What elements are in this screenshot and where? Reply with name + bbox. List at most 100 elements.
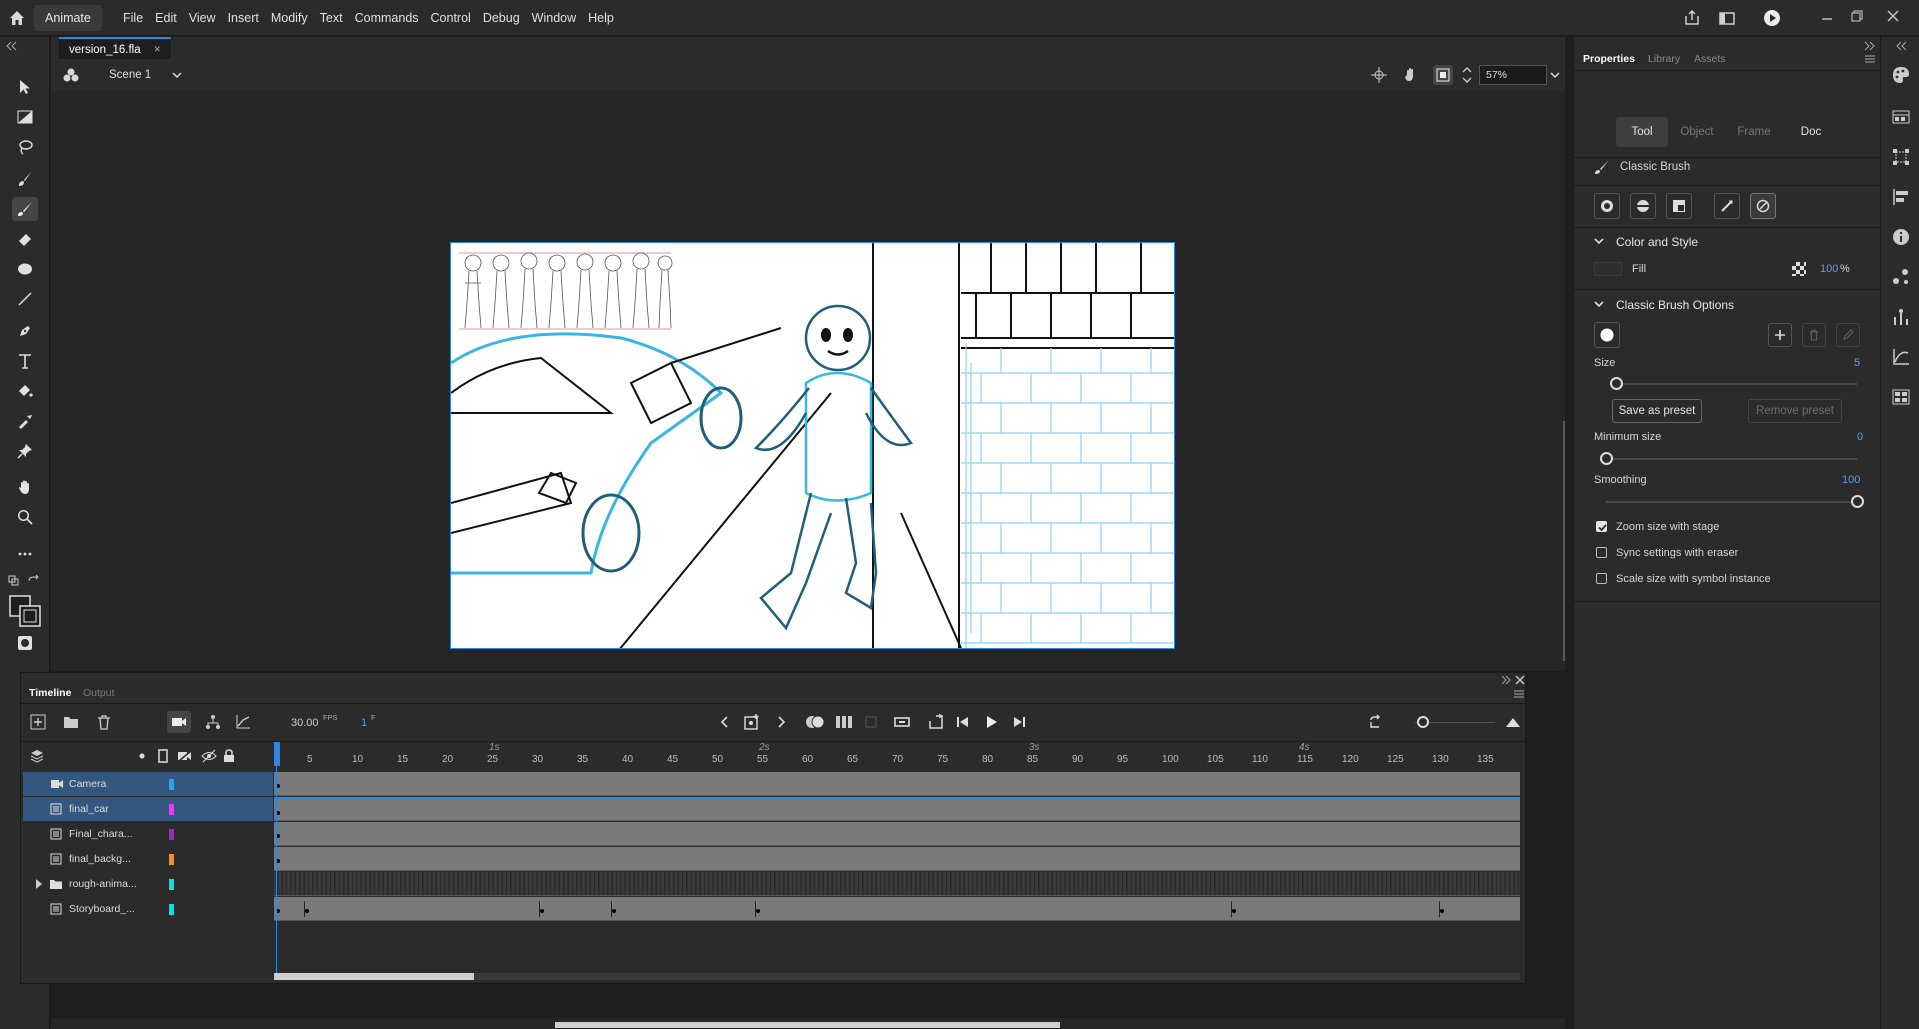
tilt-button[interactable] <box>1750 193 1776 219</box>
lock-icon[interactable] <box>223 749 235 763</box>
eraser-tool[interactable] <box>12 227 38 251</box>
insert-keyframe-icon[interactable] <box>743 713 761 731</box>
layer-color-swatch[interactable] <box>169 829 174 840</box>
transform-icon[interactable] <box>1891 147 1911 167</box>
frames-row-rough-animation[interactable] <box>274 872 1520 896</box>
eyedropper-tool[interactable] <box>12 409 38 433</box>
keyframe[interactable] <box>540 909 544 913</box>
edit-multiple-frames-icon[interactable] <box>835 714 853 730</box>
motion-editor-icon[interactable] <box>1891 347 1911 367</box>
keyframe[interactable] <box>756 909 760 913</box>
tab-output[interactable]: Output <box>83 687 115 699</box>
keyframe[interactable] <box>1232 909 1236 913</box>
frames-row-camera[interactable] <box>274 772 1520 796</box>
remove-preset-button[interactable]: Remove preset <box>1748 399 1842 423</box>
scene-dropdown-chevron-icon[interactable] <box>171 70 183 80</box>
playhead-line[interactable] <box>276 742 277 979</box>
previous-keyframe-icon[interactable] <box>717 714 733 730</box>
center-stage-icon[interactable] <box>1371 67 1387 83</box>
collapse-timeline-icon[interactable] <box>1501 675 1511 685</box>
lasso-tool[interactable] <box>12 135 38 159</box>
zoom-field[interactable]: 57% <box>1479 65 1547 85</box>
pen-tool[interactable] <box>12 319 38 343</box>
center-frame-icon[interactable] <box>863 714 879 730</box>
tab-library[interactable]: Library <box>1648 53 1680 65</box>
size-value[interactable]: 5 <box>1854 357 1860 369</box>
fit-frames-icon[interactable] <box>1505 714 1521 730</box>
brush-shape-button[interactable] <box>1594 322 1620 348</box>
step-back-icon[interactable] <box>955 714 971 730</box>
layer-row-final-car[interactable]: final_car <box>23 797 273 821</box>
keyframe[interactable] <box>305 909 309 913</box>
menu-edit[interactable]: Edit <box>149 0 183 36</box>
reset-colors-icon[interactable] <box>26 575 40 589</box>
menu-commands[interactable]: Commands <box>349 0 425 36</box>
frames-row-storyboard[interactable] <box>274 897 1520 921</box>
scene-icon[interactable] <box>63 67 79 83</box>
menu-view[interactable]: View <box>183 0 222 36</box>
segment-tool[interactable]: Tool <box>1616 117 1668 147</box>
zoom-tool[interactable] <box>12 505 38 529</box>
stroke-fill-color-icon[interactable] <box>8 594 42 628</box>
frame-zoom-slider-knob[interactable] <box>1417 716 1429 728</box>
tab-properties[interactable]: Properties <box>1583 53 1635 65</box>
scene-label[interactable]: Scene 1 <box>109 69 151 81</box>
current-frame-value[interactable]: 1 <box>361 717 367 729</box>
pasteboard-scrollbar[interactable] <box>1563 421 1565 661</box>
scale-symbol-checkbox[interactable] <box>1596 573 1607 584</box>
zoom-size-checkbox[interactable] <box>1596 521 1607 532</box>
frames-row-final-background[interactable] <box>274 847 1520 871</box>
layer-row-rough-animation-folder[interactable]: rough-anima... <box>23 872 273 896</box>
frames-row-final-character[interactable] <box>274 822 1520 846</box>
document-tab[interactable]: version_16.fla × <box>59 37 171 59</box>
stage-scrollbar-thumb[interactable] <box>555 1022 1060 1028</box>
collapse-toolbar-icon[interactable] <box>5 41 17 51</box>
add-camera-toggle[interactable] <box>167 711 191 733</box>
layer-color-swatch[interactable] <box>169 804 174 815</box>
step-forward-icon[interactable] <box>1011 714 1027 730</box>
timeline-menu-icon[interactable] <box>1513 689 1525 699</box>
fill-swatch[interactable] <box>1594 262 1622 276</box>
info-icon[interactable] <box>1891 227 1911 247</box>
line-tool[interactable] <box>12 287 38 311</box>
close-timeline-icon[interactable] <box>1515 675 1525 685</box>
playhead-handle[interactable] <box>274 742 280 766</box>
menu-control[interactable]: Control <box>425 0 477 36</box>
edit-brush-shape-button[interactable] <box>1836 323 1860 347</box>
layer-parenting-icon[interactable] <box>205 714 221 730</box>
home-icon[interactable] <box>8 9 26 27</box>
panel-menu-icon[interactable] <box>1864 54 1876 64</box>
size-slider-track[interactable] <box>1612 383 1857 385</box>
layer-color-swatch[interactable] <box>169 779 174 790</box>
zoom-dropdown-chevron-icon[interactable] <box>1549 70 1561 80</box>
minimize-icon[interactable] <box>1820 9 1834 23</box>
close-window-icon[interactable] <box>1886 9 1900 23</box>
collapse-panel-icon[interactable] <box>1864 41 1876 51</box>
workspace-icon[interactable] <box>1718 9 1736 27</box>
swap-colors-icon[interactable] <box>8 575 22 589</box>
gradient-tool[interactable] <box>12 105 38 129</box>
color-palette-icon[interactable] <box>1891 65 1911 85</box>
swatches-icon[interactable] <box>1891 107 1911 127</box>
tab-timeline[interactable]: Timeline <box>29 687 71 699</box>
layer-row-final-character[interactable]: Final_chara... <box>23 822 273 846</box>
fill-alpha-value[interactable]: 100 <box>1820 263 1838 275</box>
hand-tool[interactable] <box>12 475 38 499</box>
layer-row-storyboard[interactable]: Storyboard_... <box>23 897 273 921</box>
new-folder-icon[interactable] <box>63 714 79 730</box>
menu-debug[interactable]: Debug <box>477 0 526 36</box>
chevron-right-icon[interactable] <box>35 879 43 889</box>
layers-stack-icon[interactable] <box>30 749 44 763</box>
brush-mode-behind-button[interactable] <box>1666 193 1692 219</box>
onion-skin-icon[interactable] <box>805 714 825 730</box>
object-drawing-toggle[interactable] <box>12 631 38 655</box>
save-as-preset-button[interactable]: Save as preset <box>1612 399 1702 423</box>
text-tool[interactable] <box>12 349 38 373</box>
classic-brush-tool[interactable] <box>12 197 38 221</box>
layer-color-swatch[interactable] <box>169 879 174 890</box>
smoothing-value[interactable]: 100 <box>1842 474 1860 486</box>
rotation-hand-icon[interactable] <box>1402 66 1420 84</box>
timeline-scrollbar-thumb[interactable] <box>274 973 474 980</box>
smoothing-slider-knob[interactable] <box>1850 495 1864 508</box>
minimum-size-slider-track[interactable] <box>1606 458 1857 460</box>
